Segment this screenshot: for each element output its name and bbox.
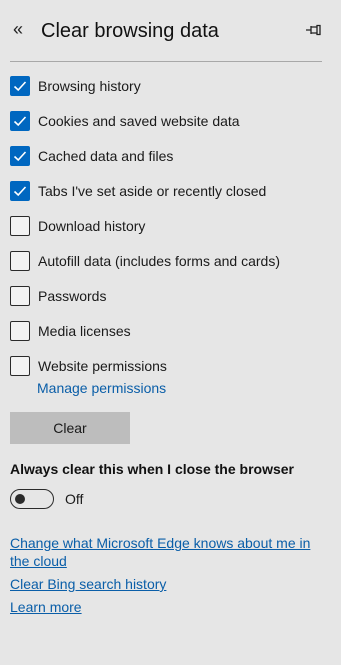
checkbox[interactable] bbox=[10, 356, 30, 376]
option-label: Tabs I've set aside or recently closed bbox=[38, 183, 267, 199]
option-label: Autofill data (includes forms and cards) bbox=[38, 253, 280, 269]
pin-icon bbox=[306, 24, 321, 36]
option-label: Browsing history bbox=[38, 78, 141, 94]
toggle-state-label: Off bbox=[65, 491, 84, 507]
option-label: Media licenses bbox=[38, 323, 131, 339]
always-clear-toggle[interactable] bbox=[10, 489, 54, 509]
option-row[interactable]: Media licenses bbox=[10, 318, 330, 344]
option-label: Download history bbox=[38, 218, 146, 234]
learn-more-link[interactable]: Learn more bbox=[10, 598, 82, 616]
option-row[interactable]: Cached data and files bbox=[10, 143, 330, 169]
header: « Clear browsing data bbox=[0, 0, 341, 62]
option-row[interactable]: Website permissions bbox=[10, 353, 330, 379]
option-row[interactable]: Browsing history bbox=[10, 73, 330, 99]
always-clear-heading: Always clear this when I close the brows… bbox=[10, 461, 294, 477]
clear-bing-history-link[interactable]: Clear Bing search history bbox=[10, 575, 166, 593]
option-row[interactable]: Tabs I've set aside or recently closed bbox=[10, 178, 330, 204]
checkbox[interactable] bbox=[10, 216, 30, 236]
double-chevron-left-icon: « bbox=[12, 19, 23, 39]
option-label: Cached data and files bbox=[38, 148, 174, 164]
pin-button[interactable] bbox=[303, 20, 325, 40]
option-label: Website permissions bbox=[38, 358, 167, 374]
option-label: Passwords bbox=[38, 288, 107, 304]
checkbox[interactable] bbox=[10, 111, 30, 131]
option-row[interactable]: Autofill data (includes forms and cards) bbox=[10, 248, 330, 274]
checkbox[interactable] bbox=[10, 181, 30, 201]
option-row[interactable]: Download history bbox=[10, 213, 330, 239]
checkmark-icon bbox=[13, 81, 27, 92]
checkbox[interactable] bbox=[10, 286, 30, 306]
checkbox[interactable] bbox=[10, 76, 30, 96]
checkmark-icon bbox=[13, 186, 27, 197]
toggle-knob bbox=[15, 493, 25, 504]
clear-button[interactable]: Clear bbox=[10, 412, 130, 444]
option-label: Cookies and saved website data bbox=[38, 113, 240, 129]
checkbox[interactable] bbox=[10, 321, 30, 341]
collapse-button[interactable]: « bbox=[8, 18, 28, 40]
edge-cloud-data-link[interactable]: Change what Microsoft Edge knows about m… bbox=[10, 534, 320, 570]
option-row[interactable]: Passwords bbox=[10, 283, 330, 309]
checkbox[interactable] bbox=[10, 146, 30, 166]
checkbox[interactable] bbox=[10, 251, 30, 271]
header-divider bbox=[10, 61, 322, 62]
checkmark-icon bbox=[13, 116, 27, 127]
page-title: Clear browsing data bbox=[41, 20, 219, 42]
checkmark-icon bbox=[13, 151, 27, 162]
option-row[interactable]: Cookies and saved website data bbox=[10, 108, 330, 134]
manage-permissions-link[interactable]: Manage permissions bbox=[37, 380, 166, 396]
